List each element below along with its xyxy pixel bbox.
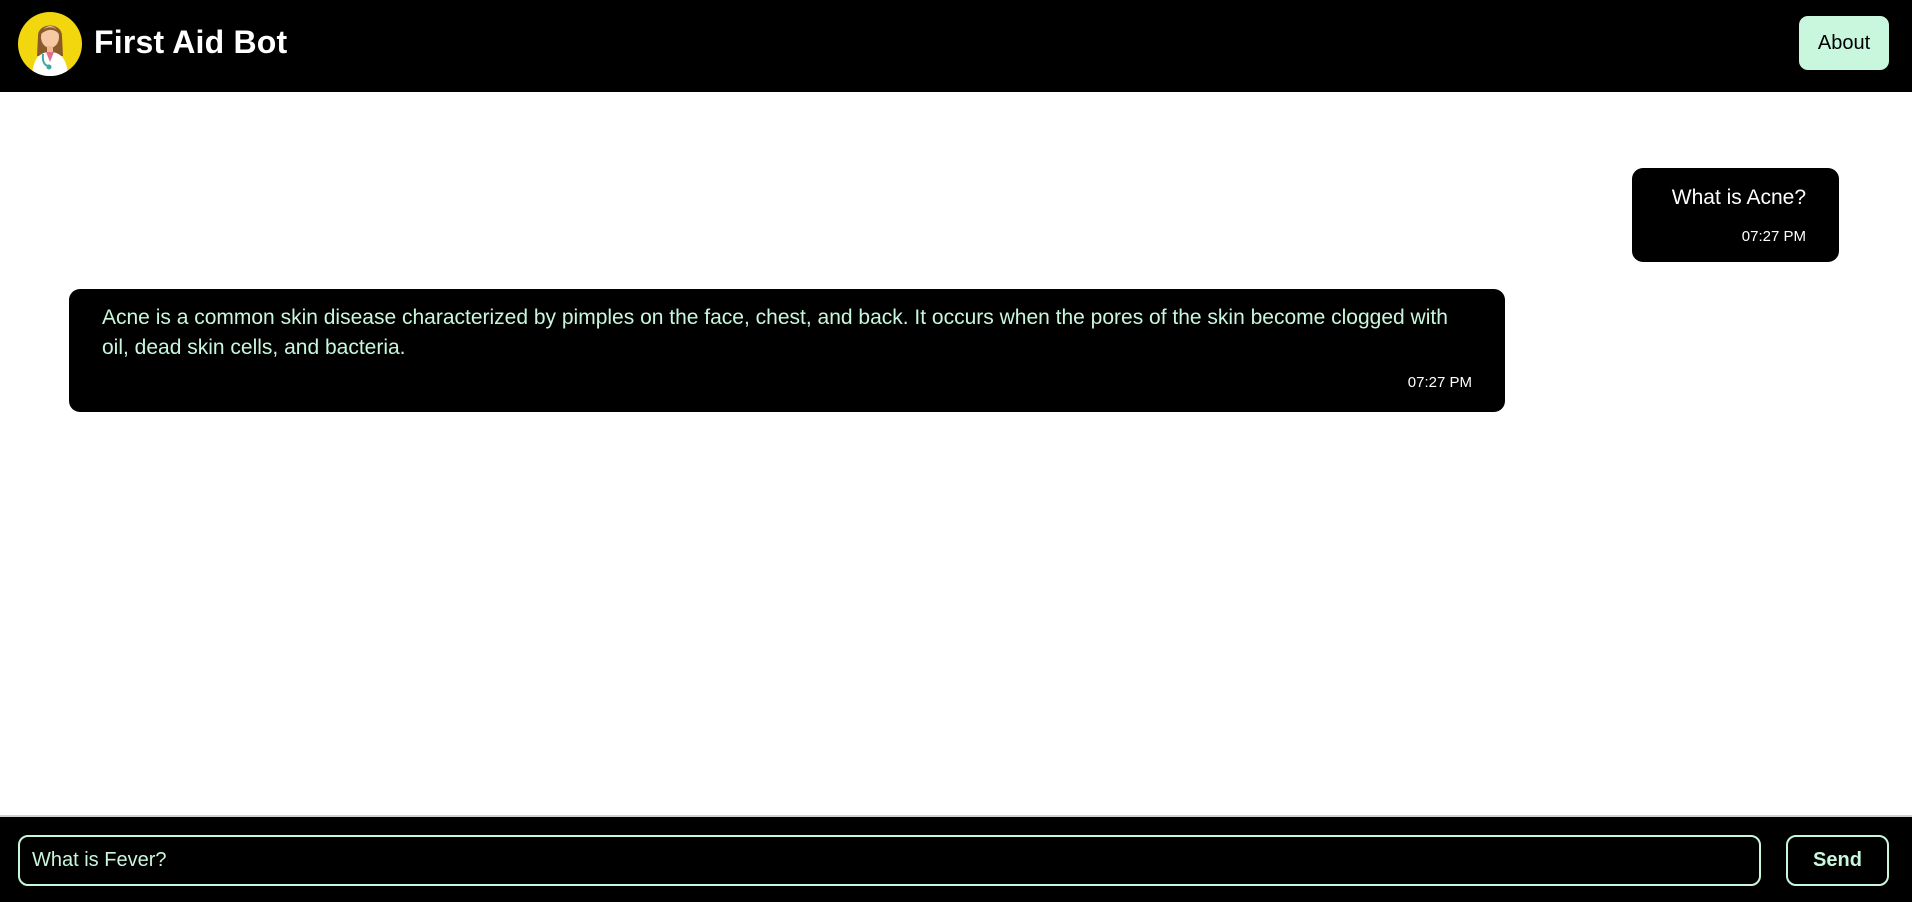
doctor-avatar-icon — [18, 12, 82, 76]
message-composer: Send — [0, 815, 1912, 902]
bot-message-bubble: Acne is a common skin disease characteri… — [69, 289, 1505, 412]
user-message-timestamp: 07:27 PM — [1741, 228, 1806, 245]
bot-message-text: Acne is a common skin disease characteri… — [102, 306, 1448, 359]
user-message-bubble: What is Acne? 07:27 PM — [1632, 168, 1839, 262]
app-title: First Aid Bot — [94, 24, 288, 60]
doctor-avatar-illustration — [32, 25, 68, 76]
send-button[interactable]: Send — [1786, 835, 1889, 886]
message-input[interactable] — [18, 835, 1761, 886]
app-header: First Aid Bot About — [0, 0, 1912, 92]
about-button[interactable]: About — [1799, 16, 1889, 70]
bot-message-timestamp: 07:27 PM — [1407, 374, 1472, 391]
chat-history: What is Acne? 07:27 PM Acne is a common … — [0, 92, 1912, 815]
user-message-text: What is Acne? — [1671, 186, 1806, 209]
